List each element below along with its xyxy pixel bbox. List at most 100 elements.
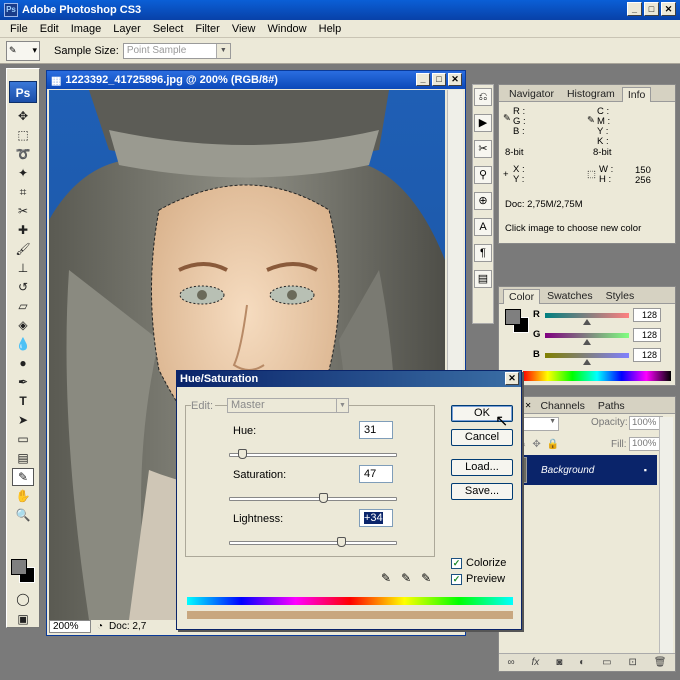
path-selection-tool-icon[interactable]: ➤ [12,411,34,429]
lightness-field[interactable]: +34 [359,509,393,527]
tab-color[interactable]: Color [503,289,541,304]
tab-channels[interactable]: Channels [534,398,590,413]
magic-wand-tool-icon[interactable]: ✦ [12,164,34,182]
marquee-tool-icon[interactable]: ⬚ [12,126,34,144]
sample-size-select[interactable]: Point Sample ▼ [122,42,231,59]
history-brush-tool-icon[interactable]: ↺ [12,278,34,296]
blur-tool-icon[interactable]: 💧 [12,335,34,353]
layers-scrollbar[interactable] [659,417,673,657]
move-tool-icon[interactable]: ✥ [12,107,34,125]
quick-mask-icon[interactable]: ◯ [12,590,34,608]
brush-tool-icon[interactable]: 🖌 [12,240,34,258]
load-button[interactable]: Load... [451,459,513,476]
new-layer-icon[interactable]: ⊡ [628,657,636,668]
channel-b-thumb[interactable] [583,359,591,365]
lightness-slider-track[interactable] [229,541,397,545]
color-fg-swatch[interactable] [505,309,521,325]
edit-range-select[interactable]: Master ▼ [227,398,349,413]
slice-tool-icon[interactable]: ✂ [12,202,34,220]
eyedropper-icon[interactable]: ✎ [381,571,391,585]
color-ramp[interactable] [523,371,671,381]
channel-b-value[interactable]: 128 [633,348,661,362]
channel-g-thumb[interactable] [583,339,591,345]
layer-comps-icon[interactable]: ▤ [474,270,492,288]
close-button[interactable]: ✕ [661,2,676,16]
eyedropper-plus-icon[interactable]: ✎ [401,571,411,585]
opacity-field[interactable]: 100% [629,416,663,430]
eraser-tool-icon[interactable]: ▱ [12,297,34,315]
saturation-slider-knob[interactable] [318,493,328,503]
zoom-tool-icon[interactable]: 🔍 [12,506,34,524]
lasso-tool-icon[interactable]: ➰ [12,145,34,163]
doc-minimize-button[interactable]: _ [416,73,430,86]
menu-view[interactable]: View [226,23,262,35]
actions-panel-icon[interactable]: ▶ [474,114,492,132]
tab-styles[interactable]: Styles [600,288,641,303]
menu-edit[interactable]: Edit [34,23,65,35]
menu-file[interactable]: File [4,23,34,35]
dodge-tool-icon[interactable]: ● [12,354,34,372]
channel-r-thumb[interactable] [583,319,591,325]
paragraph-panel-icon[interactable]: ¶ [474,244,492,262]
character-panel-icon[interactable]: A [474,218,492,236]
tool-presets-icon[interactable]: ✂ [474,140,492,158]
close-icon[interactable]: ✕ [525,401,532,410]
preview-checkbox[interactable]: ✓ Preview [451,573,505,585]
eyedropper-tool-icon[interactable]: ✎ [12,468,34,486]
tool-preset-picker[interactable]: ✎ ▾ [6,40,40,61]
foreground-color-swatch[interactable] [11,559,27,575]
brushes-panel-icon[interactable]: ⚲ [474,166,492,184]
menu-image[interactable]: Image [65,23,108,35]
shape-tool-icon[interactable]: ▭ [12,430,34,448]
healing-brush-tool-icon[interactable]: ✚ [12,221,34,239]
status-menu-icon[interactable]: ◔ [97,621,103,632]
link-layers-icon[interactable]: ∞ [507,657,514,668]
saturation-slider-track[interactable] [229,497,397,501]
menu-filter[interactable]: Filter [189,23,225,35]
saturation-field[interactable]: 47 [359,465,393,483]
colorize-checkbox[interactable]: ✓ Colorize [451,557,506,569]
menu-select[interactable]: Select [147,23,190,35]
layer-style-icon[interactable]: fx [532,657,540,668]
hue-slider-track[interactable] [229,453,397,457]
menu-window[interactable]: Window [262,23,313,35]
fill-field[interactable]: 100% [629,437,663,451]
new-group-icon[interactable]: ▭ [602,657,611,668]
adjustment-layer-icon[interactable]: ◐ [579,657,585,668]
clone-stamp-tool-icon[interactable]: ⊥ [12,259,34,277]
paint-bucket-tool-icon[interactable]: ◈ [12,316,34,334]
channel-b-slider[interactable] [545,353,629,358]
tab-swatches[interactable]: Swatches [541,288,599,303]
layer-mask-icon[interactable]: ◙ [556,657,562,668]
tab-navigator[interactable]: Navigator [503,86,560,101]
history-panel-icon[interactable]: ⎌ [474,88,492,106]
channel-r-value[interactable]: 128 [633,308,661,322]
channel-g-value[interactable]: 128 [633,328,661,342]
crop-tool-icon[interactable]: ⌗ [12,183,34,201]
hue-slider-knob[interactable] [237,449,247,459]
doc-maximize-button[interactable]: □ [432,73,446,86]
zoom-level-field[interactable]: 200% [49,619,91,633]
cancel-button[interactable]: Cancel [451,429,513,446]
eyedropper-minus-icon[interactable]: ✎ [421,571,431,585]
menu-help[interactable]: Help [313,23,348,35]
screen-mode-icon[interactable]: ▣ [12,610,34,628]
menu-layer[interactable]: Layer [107,23,147,35]
dialog-close-button[interactable]: ✕ [505,372,519,385]
notes-tool-icon[interactable]: ▤ [12,449,34,467]
maximize-button[interactable]: □ [644,2,659,16]
hue-field[interactable]: 31 [359,421,393,439]
tab-info[interactable]: Info [621,87,652,102]
tab-histogram[interactable]: Histogram [561,86,621,101]
channel-r-slider[interactable] [545,313,629,318]
clone-source-icon[interactable]: ⊕ [474,192,492,210]
save-button[interactable]: Save... [451,483,513,500]
pen-tool-icon[interactable]: ✒ [12,373,34,391]
tab-paths[interactable]: Paths [592,398,631,413]
type-tool-icon[interactable]: T [12,392,34,410]
lightness-slider-knob[interactable] [337,537,347,547]
channel-g-slider[interactable] [545,333,629,338]
hand-tool-icon[interactable]: ✋ [12,487,34,505]
trash-icon[interactable]: 🗑 [654,657,667,668]
minimize-button[interactable]: _ [627,2,642,16]
